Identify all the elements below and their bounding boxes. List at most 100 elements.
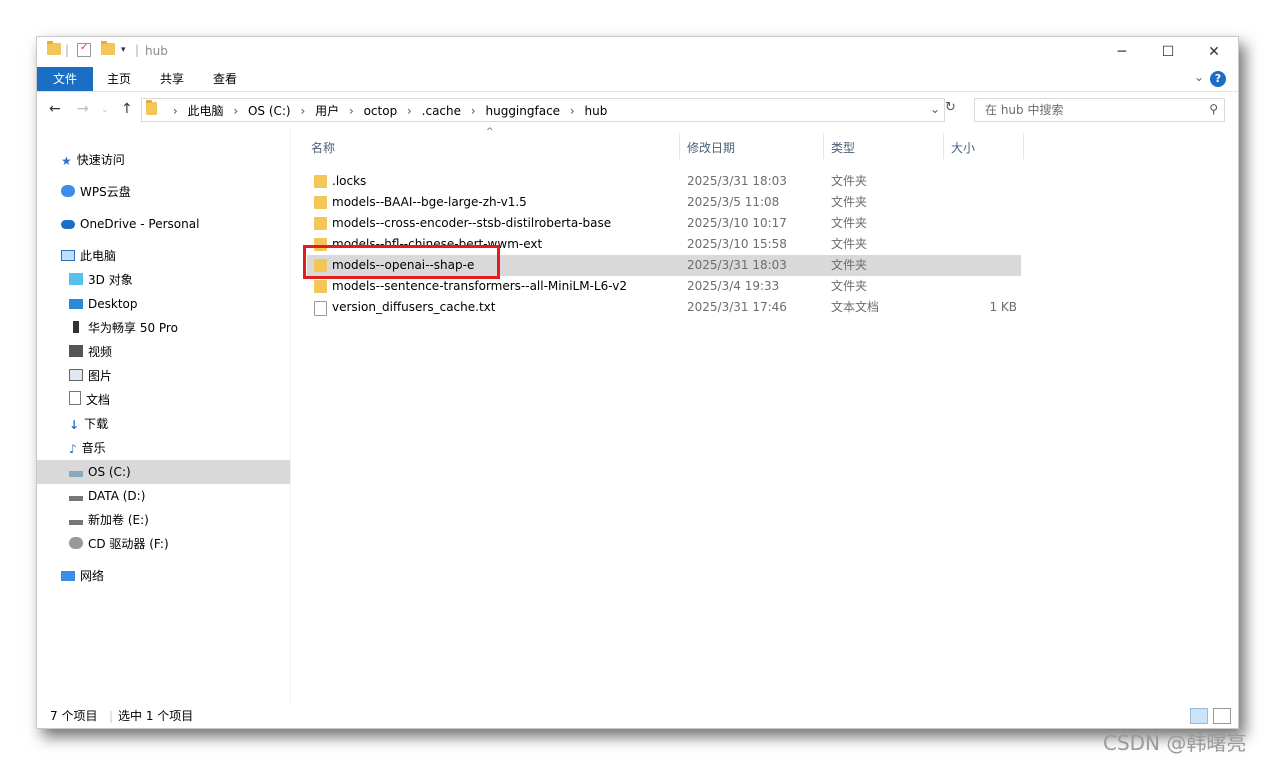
column-header-type[interactable]: 类型 — [831, 135, 941, 161]
file-type: 文本文档 — [831, 300, 880, 314]
column-divider[interactable] — [679, 133, 680, 159]
sidebar-item-onedrive[interactable]: OneDrive - Personal — [61, 213, 199, 235]
folder-icon — [314, 217, 327, 230]
column-header-name[interactable]: 名称 — [311, 135, 671, 161]
sidebar-item-pictures[interactable]: 图片 — [69, 365, 112, 387]
star-icon: ★ — [61, 154, 72, 168]
sidebar-item-documents[interactable]: 文档 — [69, 389, 110, 411]
properties-icon[interactable]: ✓ — [77, 42, 91, 57]
chevron-right-icon[interactable]: › — [173, 104, 178, 118]
address-bar[interactable]: › 此电脑 › OS (C:) › 用户 › octop › .cache › … — [141, 98, 945, 122]
separator: | — [65, 43, 70, 57]
file-date: 2025/3/10 10:17 — [687, 216, 787, 230]
file-date: 2025/3/31 18:03 — [687, 174, 787, 188]
chevron-right-icon[interactable]: › — [570, 104, 575, 118]
column-divider[interactable] — [1023, 133, 1024, 159]
breadcrumb-os-c[interactable]: OS (C:) — [248, 104, 291, 118]
address-history-icon[interactable]: ⌄ — [930, 102, 940, 116]
drive-icon — [69, 520, 83, 525]
file-size: 1 KB — [989, 300, 1017, 314]
tab-view[interactable]: 查看 — [205, 67, 245, 91]
search-input[interactable] — [983, 102, 1197, 118]
sidebar-item-data-d[interactable]: DATA (D:) — [69, 485, 145, 507]
column-divider[interactable] — [943, 133, 944, 159]
breadcrumb-octop[interactable]: octop — [364, 104, 398, 118]
search-icon[interactable]: ⚲ — [1209, 102, 1218, 116]
chevron-right-icon[interactable]: › — [349, 104, 354, 118]
file-name: .locks — [332, 174, 367, 188]
breadcrumb-this-pc[interactable]: 此电脑 — [187, 104, 223, 118]
folder-icon — [314, 280, 327, 293]
sidebar-item-quick-access[interactable]: ★ 快速访问 — [61, 149, 125, 171]
refresh-icon[interactable]: ↻ — [945, 100, 956, 115]
file-date: 2025/3/5 11:08 — [687, 195, 780, 209]
watermark: CSDN @韩曙亮 — [1103, 731, 1247, 755]
large-icons-view-icon[interactable] — [1213, 708, 1231, 724]
sidebar-item-music[interactable]: ♪ 音乐 — [69, 437, 106, 459]
column-header-date[interactable]: 修改日期 — [687, 135, 817, 161]
breadcrumb-hub[interactable]: hub — [585, 104, 608, 118]
cloud-icon — [61, 185, 75, 197]
chevron-right-icon[interactable]: › — [407, 104, 412, 118]
explorer-window: | ✓ ▾ | hub ─ ☐ ✕ 文件 主页 共享 查看 ⌄ ? ← → ⌄ … — [36, 36, 1239, 729]
table-row[interactable]: models--cross-encoder--stsb-distilrobert… — [307, 213, 1021, 234]
window-title: hub — [145, 44, 168, 58]
search-box[interactable]: ⚲ — [974, 98, 1225, 122]
chevron-right-icon[interactable]: › — [233, 104, 238, 118]
help-icon[interactable]: ? — [1210, 71, 1226, 87]
file-name: models--sentence-transformers--all-MiniL… — [332, 279, 627, 293]
breadcrumb-users[interactable]: 用户 — [315, 104, 339, 118]
table-row[interactable]: version_diffusers_cache.txt 2025/3/31 17… — [307, 297, 1021, 318]
file-name: version_diffusers_cache.txt — [332, 300, 496, 314]
file-type: 文件夹 — [831, 279, 868, 293]
sidebar-item-network[interactable]: 网络 — [61, 565, 104, 587]
recent-locations-icon[interactable]: ⌄ — [101, 105, 109, 115]
folder-icon — [146, 100, 163, 118]
windows-drive-icon — [69, 471, 83, 477]
chevron-right-icon[interactable]: › — [471, 104, 476, 118]
onedrive-icon — [61, 220, 75, 229]
table-row[interactable]: models--sentence-transformers--all-MiniL… — [307, 276, 1021, 297]
new-folder-icon[interactable] — [101, 41, 115, 59]
sidebar-item-phone[interactable]: 华为畅享 50 Pro — [69, 317, 178, 339]
table-row[interactable]: models--BAAI--bge-large-zh-v1.5 2025/3/5… — [307, 192, 1021, 213]
quick-access-dropdown-icon[interactable]: ▾ — [121, 45, 126, 61]
file-date: 2025/3/4 19:33 — [687, 279, 780, 293]
tab-home[interactable]: 主页 — [99, 67, 139, 91]
expand-ribbon-icon[interactable]: ⌄ — [1194, 70, 1204, 84]
sidebar-item-this-pc[interactable]: 此电脑 — [61, 245, 116, 267]
sidebar-item-videos[interactable]: 视频 — [69, 341, 112, 363]
desktop-icon — [69, 299, 83, 309]
sidebar-item-new-volume-e[interactable]: 新加卷 (E:) — [69, 509, 149, 531]
sidebar-item-os-c[interactable]: OS (C:) — [69, 461, 131, 483]
file-type: 文件夹 — [831, 216, 868, 230]
chevron-right-icon[interactable]: › — [300, 104, 305, 118]
maximize-button[interactable]: ☐ — [1145, 37, 1191, 67]
ribbon: 文件 主页 共享 查看 ⌄ ? — [37, 67, 1238, 92]
column-divider[interactable] — [823, 133, 824, 159]
breadcrumb-huggingface[interactable]: huggingface — [485, 104, 560, 118]
sidebar-item-downloads[interactable]: ↓ 下载 — [69, 413, 108, 435]
selection-count: 选中 1 个项目 — [118, 709, 194, 723]
table-row[interactable]: .locks 2025/3/31 18:03 文件夹 — [307, 171, 1021, 192]
phone-icon — [73, 321, 79, 333]
file-date: 2025/3/31 18:03 — [687, 258, 787, 272]
pane-divider[interactable] — [290, 129, 291, 705]
tab-file[interactable]: 文件 — [37, 67, 93, 91]
cube-icon — [69, 273, 83, 285]
tab-share[interactable]: 共享 — [152, 67, 192, 91]
close-button[interactable]: ✕ — [1191, 37, 1237, 67]
up-button[interactable]: ↑ — [121, 101, 133, 117]
sidebar-item-cd-drive-f[interactable]: CD 驱动器 (F:) — [69, 533, 169, 555]
sidebar-item-wps-cloud[interactable]: WPS云盘 — [61, 181, 131, 203]
forward-button[interactable]: → — [77, 101, 89, 117]
picture-icon — [69, 369, 83, 381]
text-file-icon — [314, 301, 327, 316]
back-button[interactable]: ← — [49, 101, 61, 117]
sidebar-item-3d-objects[interactable]: 3D 对象 — [69, 269, 133, 291]
breadcrumb-cache[interactable]: .cache — [422, 104, 461, 118]
minimize-button[interactable]: ─ — [1099, 37, 1145, 67]
column-header-size[interactable]: 大小 — [951, 135, 1021, 161]
details-view-icon[interactable] — [1190, 708, 1208, 724]
sidebar-item-desktop[interactable]: Desktop — [69, 293, 138, 315]
